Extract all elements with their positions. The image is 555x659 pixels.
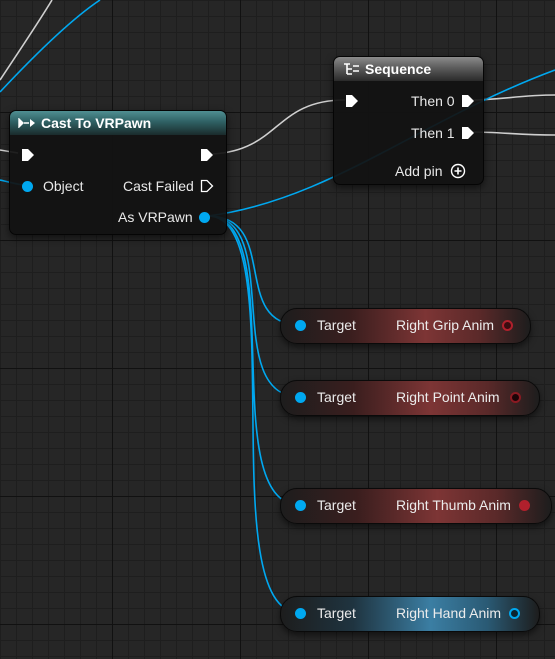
exec-wire-cast-to-sequence [212,99,346,155]
object-wire-to-hand [207,215,301,614]
cast-exec-in-pin[interactable] [21,148,35,162]
add-pin-button[interactable]: Add pin [395,163,466,179]
right-point-anim-node[interactable]: Target Right Point Anim [280,380,540,416]
object-input-pin[interactable] [22,180,33,192]
add-pin-label: Add pin [395,163,443,179]
variable-name: Right Grip Anim [396,317,495,333]
object-wire-top-left [0,0,101,93]
object-pin-label: Object [43,178,84,194]
then1-pin-row[interactable]: Then 1 [411,125,475,141]
sequence-exec-in-pin[interactable] [345,94,359,108]
as-vrpawn-label: As VRPawn [118,209,193,225]
anim-output-pin[interactable] [519,500,530,511]
as-vrpawn-pin-row[interactable]: As VRPawn [118,209,210,225]
add-pin-icon[interactable] [450,163,466,179]
cast-node-header[interactable]: Cast To VRPawn [10,111,226,135]
target-input-pin[interactable] [295,320,306,331]
target-label: Target [317,389,356,405]
object-wire-to-thumb [207,215,301,506]
cast-failed-exec-pin[interactable] [200,179,214,193]
variable-name: Right Point Anim [396,389,500,405]
object-pin-row[interactable]: Object [22,178,83,194]
sequence-node[interactable]: Sequence Then 0 Then 1 Add pin [333,56,484,185]
cast-failed-pin-row[interactable]: Cast Failed [123,178,214,194]
exec-wire-top-left [0,0,53,81]
target-input-pin[interactable] [295,500,306,511]
then0-label: Then 0 [411,93,455,109]
hand-output-pin[interactable] [509,608,520,619]
sequence-icon [342,62,360,76]
cast-icon [18,118,36,128]
then0-pin-row[interactable]: Then 0 [411,93,475,109]
right-thumb-anim-node[interactable]: Target Right Thumb Anim [280,488,552,524]
then0-exec-pin[interactable] [461,94,475,108]
variable-name: Right Hand Anim [396,605,502,621]
cast-failed-label: Cast Failed [123,178,194,194]
object-wire-to-point [207,215,301,398]
right-grip-anim-node[interactable]: Target Right Grip Anim [280,308,531,344]
target-label: Target [317,317,356,333]
sequence-node-header[interactable]: Sequence [334,57,483,81]
variable-name: Right Thumb Anim [396,497,511,513]
cast-to-vrpawn-node[interactable]: Cast To VRPawn Object Cast Failed As VRP… [9,110,227,235]
then1-label: Then 1 [411,125,455,141]
target-input-pin[interactable] [295,392,306,403]
target-input-pin[interactable] [295,608,306,619]
cast-exec-out-pin[interactable] [200,148,214,162]
as-vrpawn-output-pin[interactable] [198,211,210,223]
then1-exec-pin[interactable] [461,126,475,140]
anim-output-pin[interactable] [502,320,513,331]
right-hand-anim-node[interactable]: Target Right Hand Anim [280,596,540,632]
cast-node-title: Cast To VRPawn [41,115,152,131]
target-label: Target [317,497,356,513]
anim-output-pin[interactable] [510,392,521,403]
target-label: Target [317,605,356,621]
sequence-node-title: Sequence [365,61,432,77]
